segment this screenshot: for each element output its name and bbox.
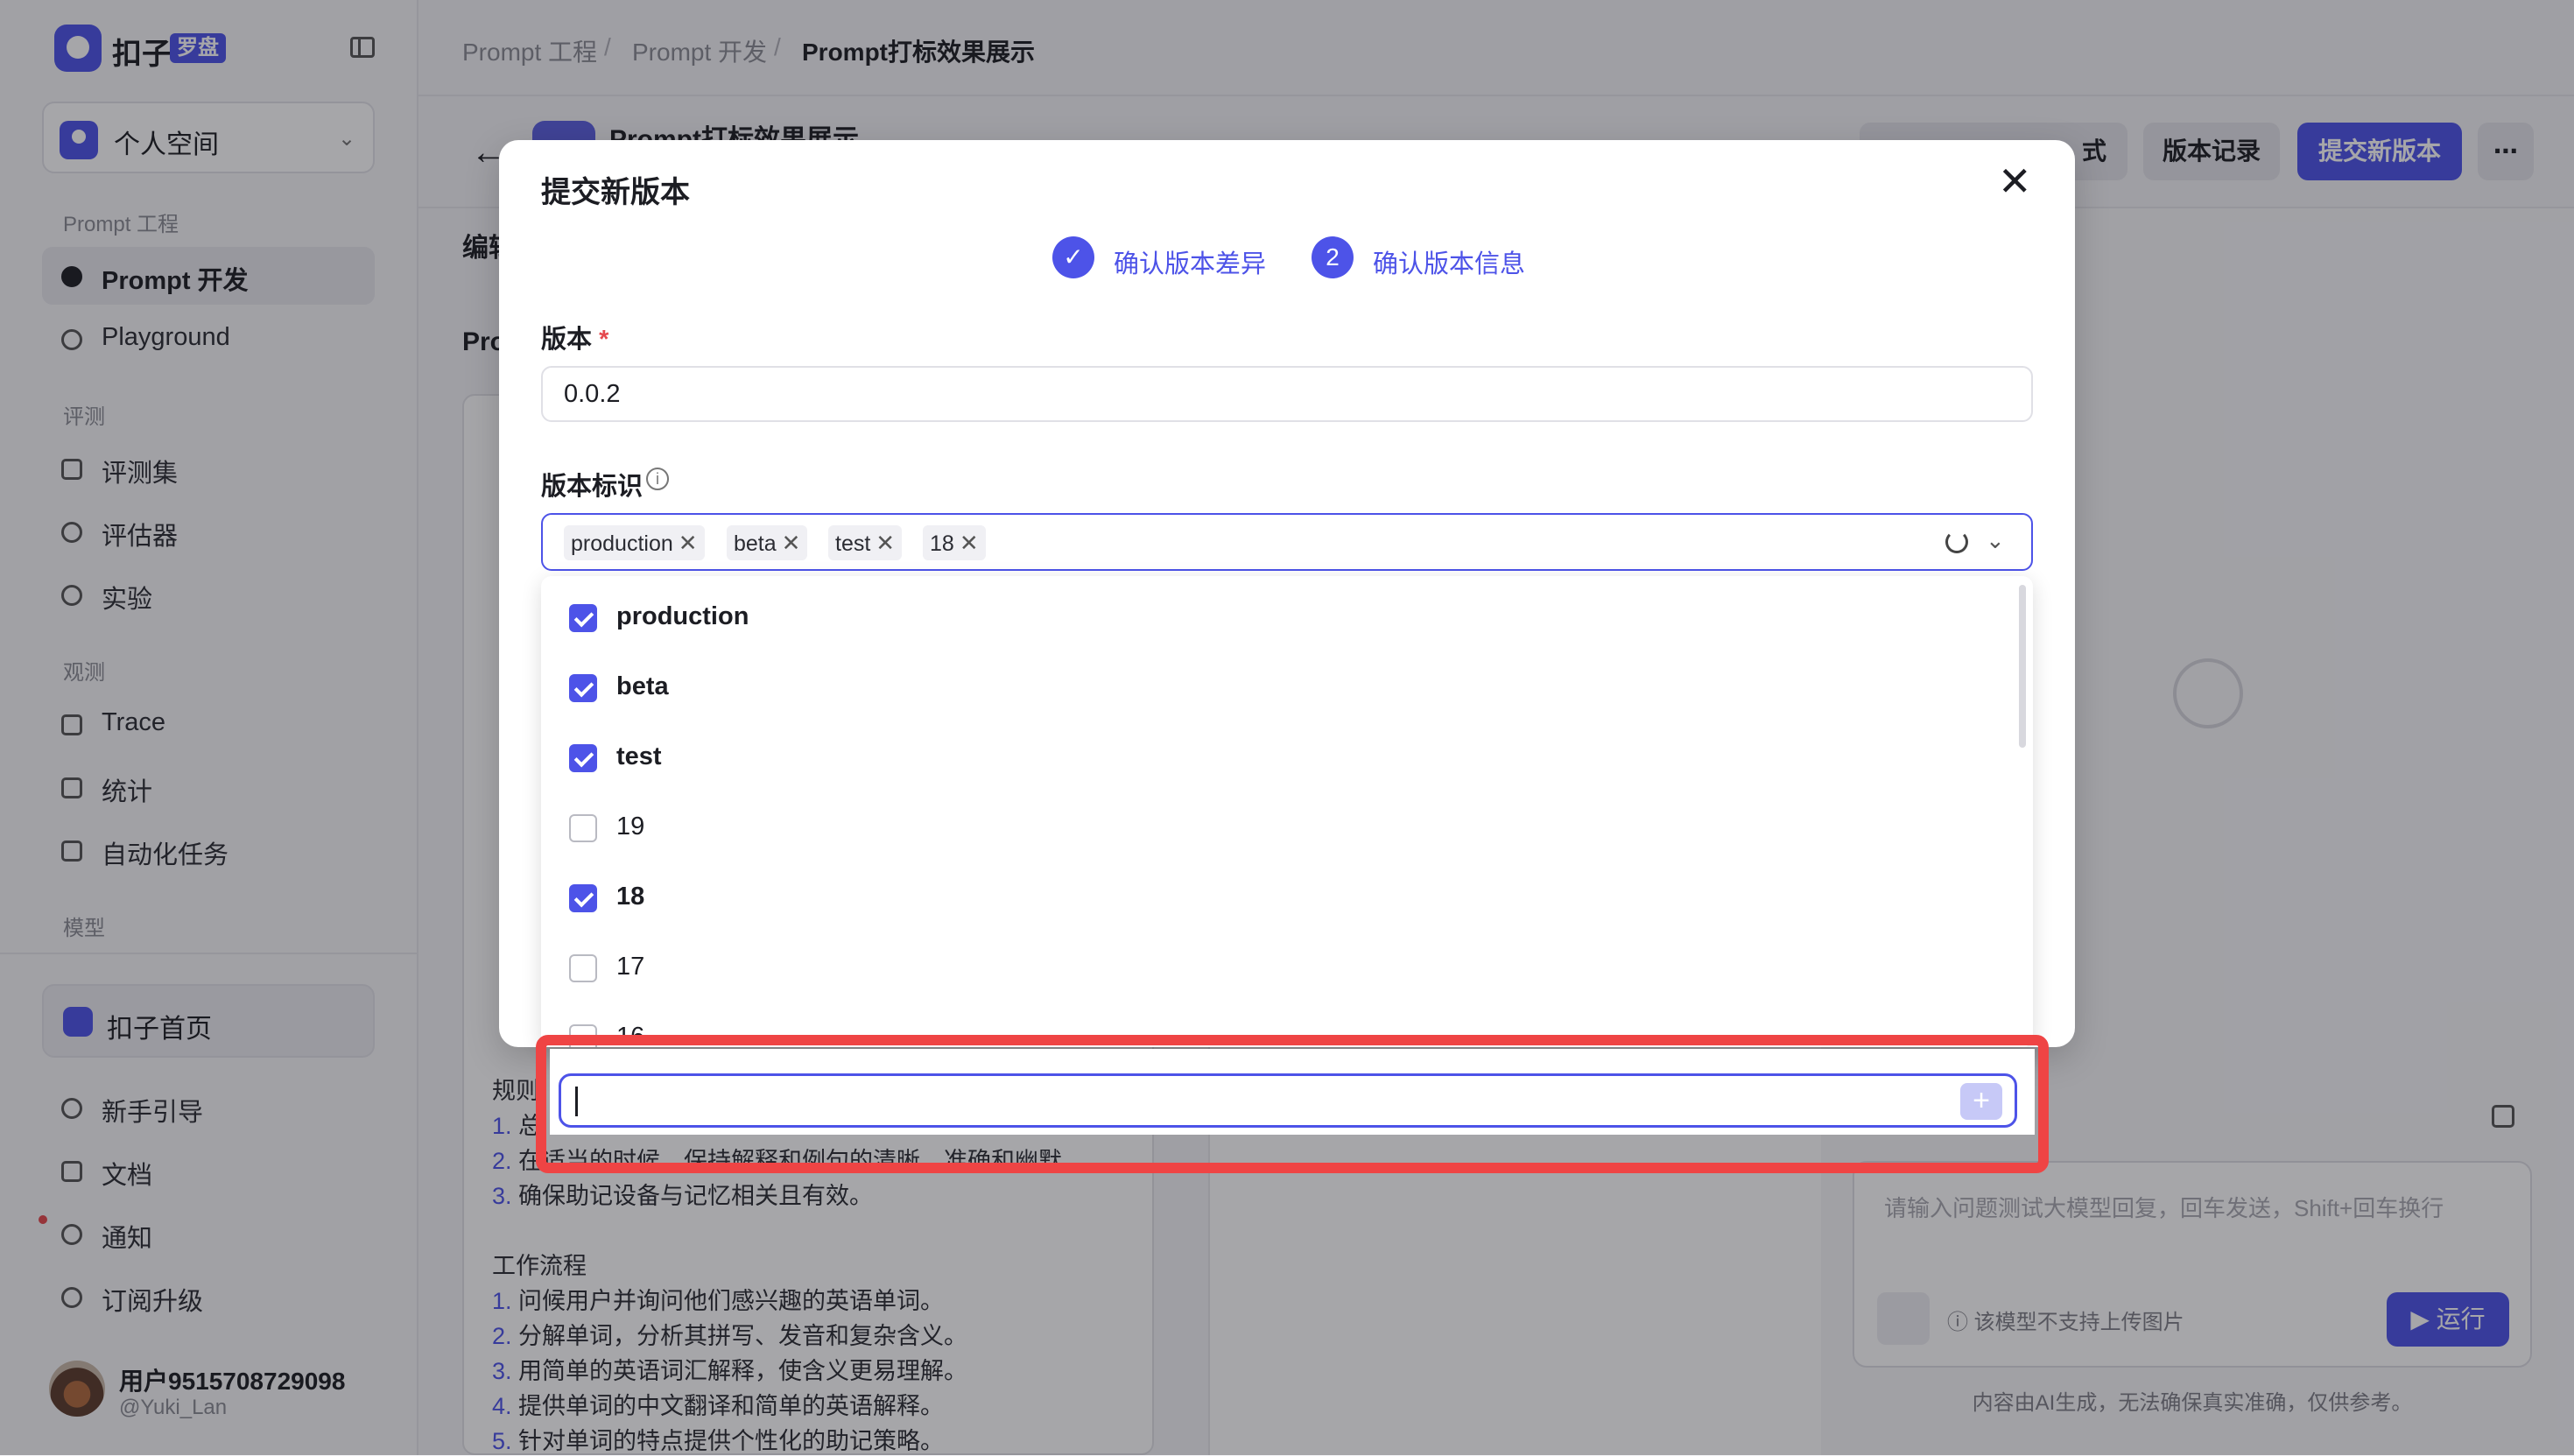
- tag-remove-icon[interactable]: ✕: [679, 530, 698, 556]
- info-icon[interactable]: i: [646, 468, 669, 490]
- version-input[interactable]: 0.0.2: [541, 366, 2033, 422]
- dropdown-option[interactable]: test: [541, 723, 2021, 793]
- dropdown-option[interactable]: production: [541, 583, 2021, 653]
- tag-chip: beta ✕: [727, 525, 808, 560]
- tag-chip: production ✕: [564, 525, 705, 560]
- dropdown-option[interactable]: beta: [541, 653, 2021, 723]
- tag-chip: test ✕: [828, 525, 903, 560]
- option-label: production: [616, 602, 749, 630]
- version-label: 版本 *: [541, 326, 609, 354]
- checkbox-unchecked[interactable]: [569, 814, 597, 842]
- option-label: beta: [616, 672, 669, 700]
- checkbox-checked[interactable]: [569, 674, 597, 702]
- option-label: test: [616, 742, 662, 770]
- step-1-label[interactable]: 确认版本差异: [1114, 243, 1266, 280]
- checkbox-checked[interactable]: [569, 744, 597, 772]
- version-value: 0.0.2: [564, 380, 621, 408]
- step-2-circle: 2: [1312, 236, 1354, 278]
- checkbox-checked[interactable]: [569, 604, 597, 632]
- refresh-icon[interactable]: [1945, 531, 1968, 553]
- option-label: 19: [616, 812, 645, 841]
- tag-chip: 18 ✕: [923, 525, 986, 560]
- step-done-check-icon: ✓: [1052, 236, 1094, 278]
- version-tags-label: 版本标识: [541, 473, 644, 501]
- dropdown-option[interactable]: 19: [541, 793, 2021, 863]
- tag-remove-icon[interactable]: ✕: [876, 530, 895, 556]
- dropdown-option[interactable]: 17: [541, 933, 2021, 1003]
- submit-version-modal: 提交新版本 ✕ ✓ 确认版本差异 2 确认版本信息 版本 * 0.0.2 版本标…: [499, 140, 2075, 1047]
- checkbox-unchecked[interactable]: [569, 954, 597, 982]
- dropdown-scrollbar[interactable]: [2019, 585, 2026, 748]
- highlight-annotation-box: [536, 1035, 2049, 1173]
- checkbox-checked[interactable]: [569, 884, 597, 912]
- tags-dropdown: production beta test 19 18 17 16: [541, 576, 2033, 1047]
- tag-remove-icon[interactable]: ✕: [782, 530, 801, 556]
- modal-title: 提交新版本: [541, 176, 690, 209]
- dropdown-option[interactable]: 18: [541, 863, 2021, 933]
- tag-remove-icon[interactable]: ✕: [960, 530, 979, 556]
- option-label: 17: [616, 953, 645, 981]
- version-tags-select[interactable]: production ✕ beta ✕ test ✕ 18 ✕ ⌄: [541, 513, 2033, 571]
- step-2-label: 确认版本信息: [1373, 250, 1526, 278]
- option-label: 18: [616, 883, 645, 911]
- chevron-down-icon[interactable]: ⌄: [1986, 527, 2005, 554]
- close-icon[interactable]: ✕: [1998, 161, 2032, 201]
